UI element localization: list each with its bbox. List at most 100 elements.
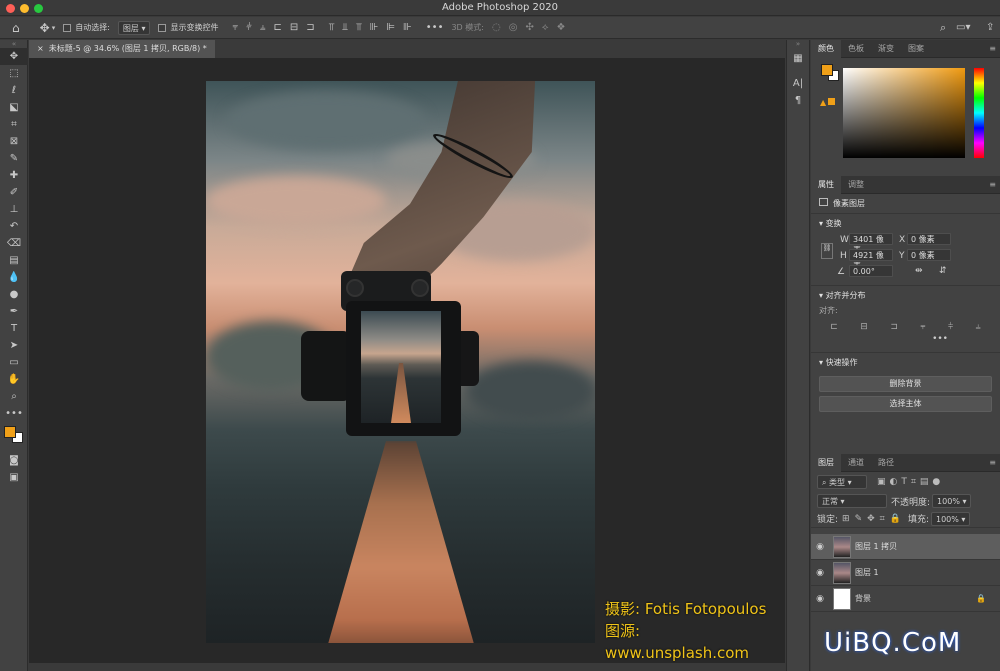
- fill-field[interactable]: 100% ▾: [931, 511, 971, 526]
- align-right-icon[interactable]: ⊐: [890, 322, 898, 332]
- distribute-vcenter-icon[interactable]: ⫫: [342, 22, 348, 33]
- paragraph-panel-icon[interactable]: ¶: [787, 92, 809, 109]
- lasso-tool-icon[interactable]: ℓ: [0, 82, 28, 99]
- close-window-button[interactable]: [6, 4, 15, 13]
- visibility-eye-icon[interactable]: ◉: [811, 568, 829, 578]
- panel-menu-icon[interactable]: ≡: [989, 44, 996, 53]
- auto-select-option[interactable]: 自动选择:: [63, 22, 110, 33]
- document-tab[interactable]: × 未标题-5 @ 34.6% (图层 1 拷贝, RGB/8) *: [29, 40, 215, 58]
- dodge-tool-icon[interactable]: ●: [0, 286, 28, 303]
- distribute-hcenter-icon[interactable]: ⊫: [386, 22, 395, 33]
- character-panel-icon[interactable]: A|: [787, 75, 809, 92]
- search-icon[interactable]: ⌕: [940, 21, 946, 35]
- show-transform-option[interactable]: 显示变换控件: [158, 22, 218, 33]
- tab-gradients[interactable]: 渐变: [871, 40, 901, 58]
- layer-row[interactable]: ◉ 背景 🔒: [811, 586, 1000, 612]
- tab-swatches[interactable]: 色板: [841, 40, 871, 58]
- tab-layers[interactable]: 图层: [811, 453, 841, 472]
- align-vcenter-icon[interactable]: ⫩: [948, 322, 953, 332]
- 3d-pan-icon[interactable]: ✣: [525, 22, 533, 33]
- align-left-icon[interactable]: ⊏: [274, 22, 282, 33]
- tab-patterns[interactable]: 图案: [901, 40, 931, 58]
- align-right-icon[interactable]: ⊐: [306, 22, 314, 33]
- auto-select-checkbox[interactable]: [63, 23, 72, 32]
- tab-adjustments[interactable]: 调整: [841, 176, 871, 194]
- hue-slider[interactable]: [974, 68, 984, 158]
- move-tool-icon[interactable]: ✥: [0, 48, 28, 65]
- collapse-toolbar-icon[interactable]: «: [0, 40, 28, 48]
- healing-brush-tool-icon[interactable]: ✚: [0, 167, 28, 184]
- quick-actions-header[interactable]: ▾ 快速操作: [811, 353, 1000, 372]
- align-vcenter-icon[interactable]: ⫩: [246, 22, 252, 33]
- workspace-icon[interactable]: ▭▾: [956, 22, 970, 33]
- align-section-header[interactable]: ▾ 对齐并分布: [811, 286, 1000, 305]
- filter-icons[interactable]: ▣◐T⌗▤●: [877, 477, 944, 487]
- align-hcenter-icon[interactable]: ⊟: [860, 322, 868, 332]
- align-top-icon[interactable]: ⫧: [232, 22, 238, 33]
- distribute-bottom-icon[interactable]: ⫪: [356, 22, 362, 33]
- align-bottom-icon[interactable]: ⫨: [976, 322, 981, 332]
- align-left-icon[interactable]: ⊏: [830, 322, 838, 332]
- eraser-tool-icon[interactable]: ⌫: [0, 235, 28, 252]
- move-tool-icon[interactable]: ✥: [40, 21, 50, 35]
- chevron-down-icon[interactable]: ▾: [52, 24, 56, 32]
- width-field[interactable]: 3401 像素: [849, 233, 893, 255]
- distribute-top-icon[interactable]: ⫪: [329, 22, 335, 33]
- layer-filter-dropdown[interactable]: ⌕ 类型 ▾: [817, 475, 867, 489]
- foreground-color-swatch[interactable]: [821, 64, 833, 76]
- close-tab-icon[interactable]: ×: [37, 44, 44, 53]
- type-tool-icon[interactable]: T: [0, 320, 28, 337]
- brush-tool-icon[interactable]: ✐: [0, 184, 28, 201]
- 3d-slide-icon[interactable]: ⟡: [542, 22, 549, 33]
- zoom-tool-icon[interactable]: ⌕: [0, 388, 28, 405]
- foreground-color-swatch[interactable]: [4, 426, 16, 438]
- tab-color[interactable]: 颜色: [811, 39, 841, 58]
- height-field[interactable]: 4921 像素: [849, 249, 893, 271]
- y-field[interactable]: 0 像素: [907, 249, 951, 261]
- history-panel-icon[interactable]: ▦: [787, 50, 809, 67]
- visibility-eye-icon[interactable]: ◉: [811, 542, 829, 552]
- rectangle-tool-icon[interactable]: ▭: [0, 354, 28, 371]
- flip-horizontal-icon[interactable]: ⇹: [915, 266, 923, 276]
- tab-channels[interactable]: 通道: [841, 454, 871, 472]
- align-top-icon[interactable]: ⫧: [920, 322, 925, 332]
- more-align-icon[interactable]: •••: [811, 334, 1000, 348]
- quick-mask-icon[interactable]: ◙: [0, 452, 28, 469]
- screen-mode-icon[interactable]: ▣: [0, 469, 28, 486]
- x-field[interactable]: 0 像素: [907, 233, 951, 245]
- gradient-tool-icon[interactable]: ▤: [0, 252, 28, 269]
- frame-tool-icon[interactable]: ⊠: [0, 133, 28, 150]
- 3d-scale-icon[interactable]: ❖: [556, 22, 565, 33]
- hand-tool-icon[interactable]: ✋: [0, 371, 28, 388]
- select-subject-button[interactable]: 选择主体: [819, 396, 992, 412]
- tab-properties[interactable]: 属性: [811, 175, 841, 194]
- blend-mode-dropdown[interactable]: 正常 ▾: [817, 494, 887, 508]
- opacity-field[interactable]: 100% ▾: [932, 494, 972, 508]
- link-icon[interactable]: ⛓: [821, 243, 833, 259]
- pen-tool-icon[interactable]: ✒: [0, 303, 28, 320]
- home-icon[interactable]: ⌂: [12, 21, 20, 35]
- warning-icon[interactable]: ▲: [820, 98, 836, 107]
- clone-stamp-tool-icon[interactable]: ⊥: [0, 201, 28, 218]
- minimize-window-button[interactable]: [20, 4, 29, 13]
- collapse-icon[interactable]: »: [787, 40, 809, 50]
- 3d-orbit-icon[interactable]: ◌: [492, 22, 501, 33]
- panel-menu-icon[interactable]: ≡: [989, 180, 996, 189]
- crop-tool-icon[interactable]: ⌗: [0, 116, 28, 133]
- document-image[interactable]: [206, 81, 595, 643]
- path-select-tool-icon[interactable]: ➤: [0, 337, 28, 354]
- lock-icons[interactable]: ⊞✎✥⌗🔒: [842, 514, 906, 524]
- 3d-roll-icon[interactable]: ◎: [509, 22, 518, 33]
- align-hcenter-icon[interactable]: ⊟: [290, 22, 298, 33]
- align-bottom-icon[interactable]: ⫨: [260, 22, 266, 33]
- share-icon[interactable]: ⇪: [986, 22, 994, 33]
- layer-row[interactable]: ◉ 图层 1: [811, 560, 1000, 586]
- history-brush-tool-icon[interactable]: ↶: [0, 218, 28, 235]
- lock-icon[interactable]: 🔒: [976, 594, 986, 603]
- angle-field[interactable]: 0.00°: [849, 265, 893, 277]
- blur-tool-icon[interactable]: 💧: [0, 269, 28, 286]
- layer-row[interactable]: ◉ 图层 1 拷贝: [811, 534, 1000, 560]
- canvas-area[interactable]: 摄影: Fotis Fotopoulos 图源: www.unsplash.co…: [29, 58, 785, 671]
- object-select-tool-icon[interactable]: ⬕: [0, 99, 28, 116]
- zoom-window-button[interactable]: [34, 4, 43, 13]
